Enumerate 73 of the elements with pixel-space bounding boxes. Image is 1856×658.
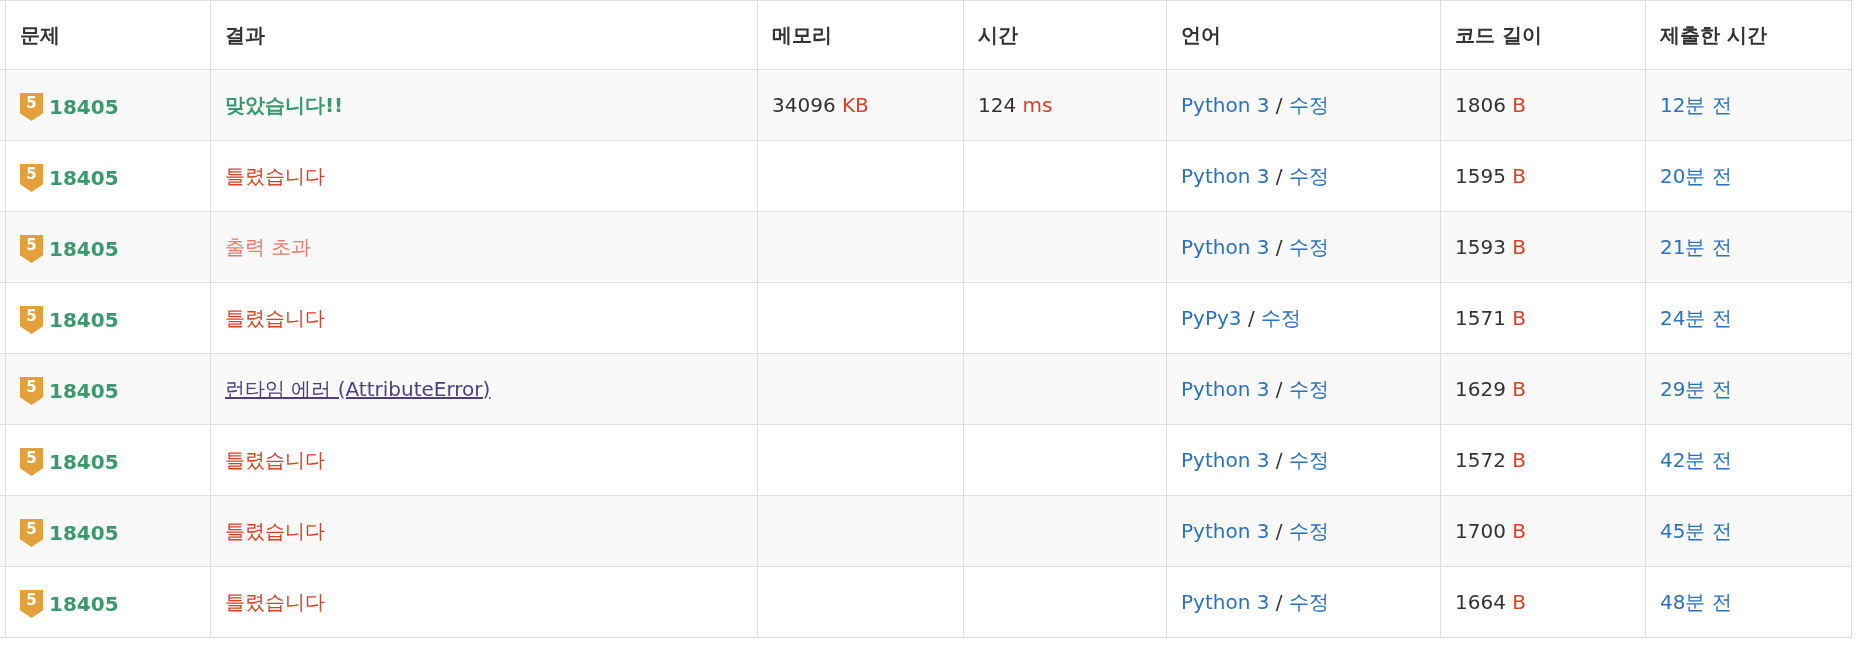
tier-badge: 5 — [20, 519, 43, 547]
separator-text: / — [1275, 518, 1283, 543]
submitted-time-link[interactable]: 20분 전 — [1660, 163, 1732, 188]
memory-text: 34096 KB — [772, 93, 869, 117]
result-link[interactable]: 런타임 에러 (AttributeError) — [225, 376, 491, 401]
problem-link[interactable]: 18405 — [49, 521, 119, 545]
tier-badge: 5 — [20, 377, 43, 405]
edit-link[interactable]: 수정 — [1288, 518, 1329, 543]
tier-badge: 5 — [20, 306, 43, 334]
separator-text: / — [1247, 305, 1255, 330]
separator-text: / — [1275, 376, 1283, 401]
separator-text: / — [1275, 447, 1283, 472]
tier-badge: 5 — [20, 448, 43, 476]
tier-badge: 5 — [20, 93, 43, 121]
problem-link[interactable]: 18405 — [49, 166, 119, 190]
tier-badge: 5 — [20, 590, 43, 618]
edit-link[interactable]: 수정 — [1288, 376, 1329, 401]
column-header: 결과 — [210, 0, 758, 70]
column-header: 코드 길이 — [1440, 0, 1646, 70]
problem-link[interactable]: 18405 — [49, 237, 119, 261]
language-link[interactable]: PyPy3 — [1181, 305, 1242, 330]
submitted-time-link[interactable]: 12분 전 — [1660, 92, 1732, 117]
submitted-time-link[interactable]: 48분 전 — [1660, 589, 1732, 614]
submitted-time-link[interactable]: 45분 전 — [1660, 518, 1732, 543]
submitted-time-link[interactable]: 24분 전 — [1660, 305, 1732, 330]
language-link[interactable]: Python 3 — [1181, 447, 1270, 472]
language-link[interactable]: Python 3 — [1181, 376, 1270, 401]
column-header: 제출한 시간 — [1645, 0, 1852, 70]
column-header: 메모리 — [757, 0, 964, 70]
language-link[interactable]: Python 3 — [1181, 234, 1270, 259]
code-length-text: 1595 B — [1455, 164, 1526, 188]
result-text: 틀렸습니다 — [225, 589, 325, 614]
edit-link[interactable]: 수정 — [1261, 305, 1301, 330]
column-header: 시간 — [963, 0, 1167, 70]
code-length-text: 1806 B — [1455, 93, 1526, 117]
edit-link[interactable]: 수정 — [1288, 163, 1329, 188]
problem-link[interactable]: 18405 — [49, 95, 119, 119]
result-text: 출력 초과 — [225, 234, 312, 259]
code-length-text: 1664 B — [1455, 590, 1526, 614]
problem-link[interactable]: 18405 — [49, 379, 119, 403]
problem-link[interactable]: 18405 — [49, 308, 119, 332]
result-text: 틀렸습니다 — [225, 518, 325, 543]
result-text: 틀렸습니다 — [225, 305, 325, 330]
code-length-text: 1571 B — [1455, 306, 1526, 330]
separator-text: / — [1275, 234, 1283, 259]
edit-link[interactable]: 수정 — [1288, 447, 1329, 472]
time-text: 124 ms — [978, 93, 1053, 117]
edit-link[interactable]: 수정 — [1288, 589, 1329, 614]
code-length-text: 1593 B — [1455, 235, 1526, 259]
language-link[interactable]: Python 3 — [1181, 589, 1270, 614]
code-length-text: 1572 B — [1455, 448, 1526, 472]
column-header: 언어 — [1166, 0, 1441, 70]
language-link[interactable]: Python 3 — [1181, 163, 1270, 188]
problem-link[interactable]: 18405 — [49, 450, 119, 474]
submitted-time-link[interactable]: 21분 전 — [1660, 234, 1732, 259]
submitted-time-link[interactable]: 29분 전 — [1660, 376, 1732, 401]
problem-link[interactable]: 18405 — [49, 592, 119, 616]
separator-text: / — [1275, 163, 1283, 188]
submitted-time-link[interactable]: 42분 전 — [1660, 447, 1732, 472]
edit-link[interactable]: 수정 — [1288, 92, 1329, 117]
separator-text: / — [1275, 589, 1283, 614]
column-header: 문제 — [5, 0, 211, 70]
language-link[interactable]: Python 3 — [1181, 92, 1270, 117]
result-text: 틀렸습니다 — [225, 163, 325, 188]
language-link[interactable]: Python 3 — [1181, 518, 1270, 543]
separator-text: / — [1275, 92, 1283, 117]
result-text: 틀렸습니다 — [225, 447, 325, 472]
result-text: 맞았습니다!! — [225, 92, 344, 117]
code-length-text: 1700 B — [1455, 519, 1526, 543]
edit-link[interactable]: 수정 — [1288, 234, 1329, 259]
code-length-text: 1629 B — [1455, 377, 1526, 401]
tier-badge: 5 — [20, 235, 43, 263]
tier-badge: 5 — [20, 164, 43, 192]
